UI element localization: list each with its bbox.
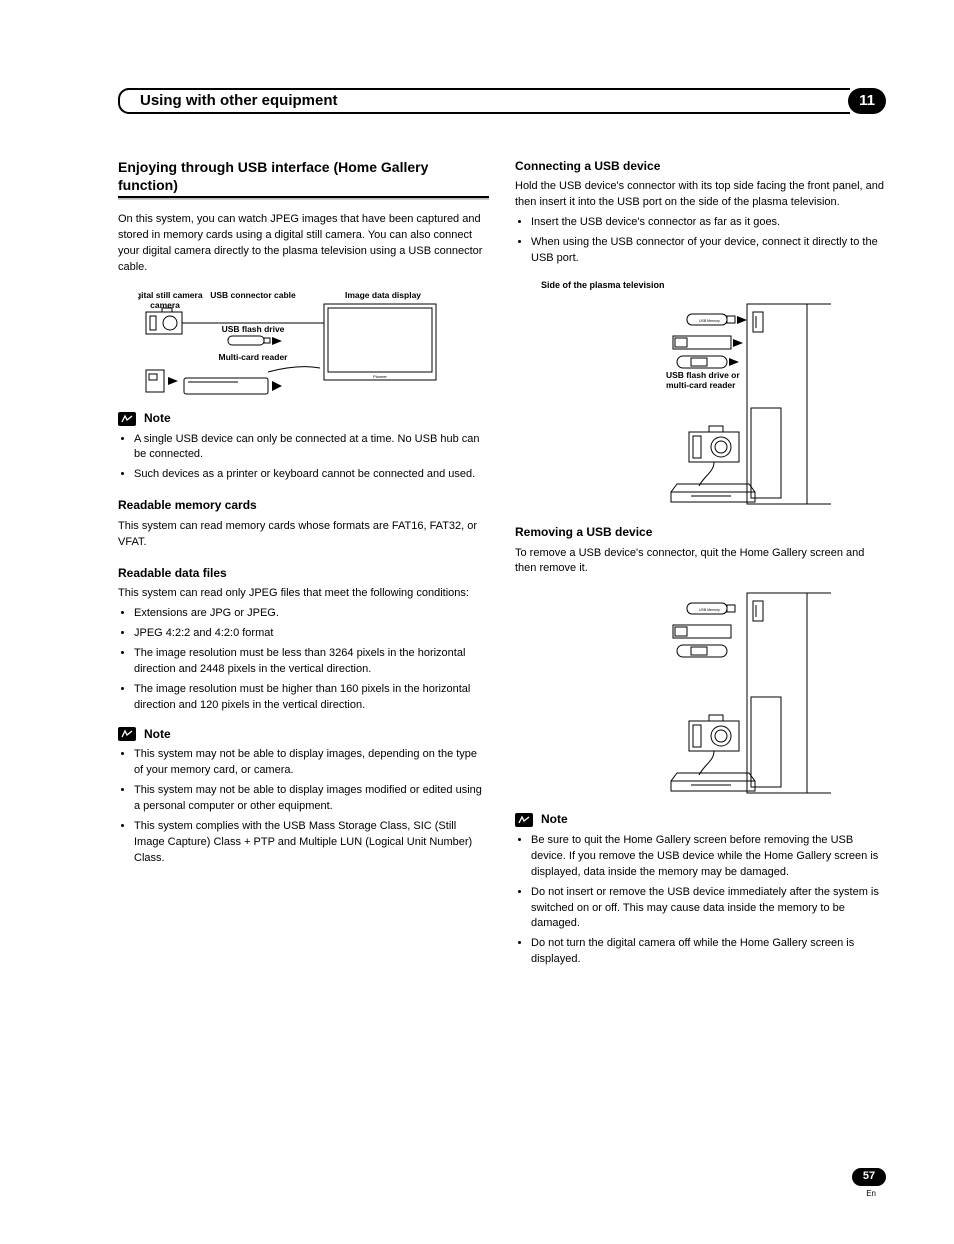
list-item: The image resolution must be higher than… — [134, 682, 489, 714]
chapter-number-badge: 11 — [848, 88, 886, 114]
list-item: This system complies with the USB Mass S… — [134, 819, 489, 867]
label-camera: Digital still camera — [138, 290, 203, 300]
remove-text: To remove a USB device's connector, quit… — [515, 546, 886, 578]
label-display: Image data display — [345, 290, 421, 300]
subheading-readable-memory: Readable memory cards — [118, 497, 489, 514]
list-item: This system may not be able to display i… — [134, 783, 489, 815]
list-item: Do not turn the digital camera off while… — [531, 936, 886, 968]
note3-list: Be sure to quit the Home Gallery screen … — [515, 833, 886, 969]
note-block-1: Note A single USB device can only be con… — [118, 410, 489, 483]
list-item: When using the USB connector of your dev… — [531, 235, 886, 267]
data-text: This system can read only JPEG files tha… — [118, 586, 489, 602]
subheading-connecting: Connecting a USB device — [515, 158, 886, 175]
data-files-list: Extensions are JPG or JPEG. JPEG 4:2:2 a… — [118, 606, 489, 714]
list-item: Do not insert or remove the USB device i… — [531, 885, 886, 933]
memory-text: This system can read memory cards whose … — [118, 519, 489, 551]
note-label-text: Note — [144, 410, 171, 427]
tv-side-diagram-insert: USB Memory USB flash drive or multi-card… — [571, 300, 831, 510]
chapter-pill-left — [118, 88, 134, 114]
note-block-2: Note This system may not be able to disp… — [118, 726, 489, 867]
subheading-readable-data: Readable data files — [118, 565, 489, 582]
section-heading-usb-interface: Enjoying through USB interface (Home Gal… — [118, 158, 489, 194]
chapter-header: Using with other equipment 11 — [118, 88, 886, 114]
chapter-title: Using with other equipment — [134, 88, 850, 114]
label-flash: USB flash drive — [222, 324, 285, 334]
label-cable: USB connector cable — [210, 290, 296, 300]
list-item: This system may not be able to display i… — [134, 747, 489, 779]
section-rule — [118, 196, 489, 200]
left-column: Enjoying through USB interface (Home Gal… — [118, 158, 489, 980]
intro-paragraph: On this system, you can watch JPEG image… — [118, 212, 489, 276]
note-icon — [118, 727, 136, 741]
list-item: The image resolution must be less than 3… — [134, 646, 489, 678]
note-block-3: Note Be sure to quit the Home Gallery sc… — [515, 811, 886, 968]
diagram-flash-label: USB flash drive or — [666, 370, 740, 380]
list-item: A single USB device can only be connecte… — [134, 432, 489, 464]
note2-list: This system may not be able to display i… — [118, 747, 489, 867]
svg-text:multi-card reader: multi-card reader — [666, 380, 736, 390]
svg-text:USB Memory: USB Memory — [699, 319, 720, 323]
list-item: Be sure to quit the Home Gallery screen … — [531, 833, 886, 881]
svg-text:USB Memory: USB Memory — [699, 608, 720, 612]
list-item: Such devices as a printer or keyboard ca… — [134, 467, 489, 483]
tv-side-diagram-remove: USB Memory — [571, 589, 831, 799]
note-label-text: Note — [144, 726, 171, 743]
subheading-removing: Removing a USB device — [515, 524, 886, 541]
note-label-text: Note — [541, 811, 568, 828]
connect-list: Insert the USB device's connector as far… — [515, 215, 886, 267]
usb-connection-diagram: Digital still camera camera USB connecto… — [138, 288, 438, 398]
right-column: Connecting a USB device Hold the USB dev… — [515, 158, 886, 980]
note-icon — [515, 813, 533, 827]
svg-text:Pioneer: Pioneer — [373, 374, 387, 379]
note-icon — [118, 412, 136, 426]
side-caption: Side of the plasma television — [541, 279, 886, 292]
connect-text: Hold the USB device's connector with its… — [515, 179, 886, 211]
list-item: Extensions are JPG or JPEG. — [134, 606, 489, 622]
page-number-badge: 57 — [852, 1168, 886, 1186]
list-item: Insert the USB device's connector as far… — [531, 215, 886, 231]
page-language: En — [866, 1188, 876, 1200]
note1-list: A single USB device can only be connecte… — [118, 432, 489, 484]
list-item: JPEG 4:2:2 and 4:2:0 format — [134, 626, 489, 642]
label-reader: Multi-card reader — [219, 352, 289, 362]
